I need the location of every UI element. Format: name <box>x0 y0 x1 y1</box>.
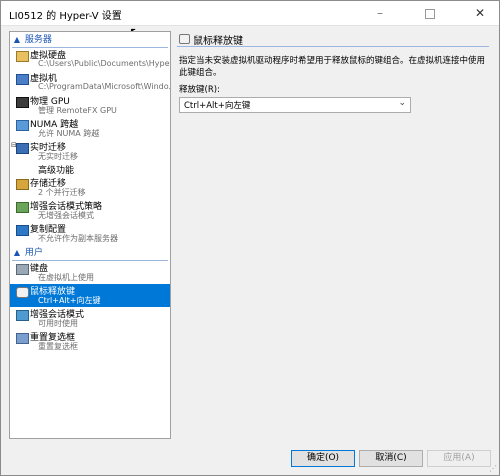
mouse-icon <box>179 34 190 44</box>
tree-item-sub: 无实时迁移 <box>38 152 78 161</box>
tree-item-sub: 管理 RemoteFX GPU <box>38 106 117 115</box>
collapse-icon[interactable]: ▲ <box>12 33 22 47</box>
tree-item-sub: 2 个并行迁移 <box>38 188 86 197</box>
release-key-label: 释放键(R): <box>179 85 220 95</box>
tree-item-keyboard[interactable]: 键盘 在虚拟机上使用 <box>10 261 170 284</box>
numa-icon <box>16 120 29 131</box>
settings-window: LI0512 的 Hyper-V 设置 – ✕ ↖ ▲ 服务器 虚拟硬盘 C:\… <box>0 0 500 476</box>
ok-button[interactable]: 确定(O) <box>291 450 355 467</box>
replication-icon <box>16 225 29 236</box>
resize-grip-icon[interactable]: ⋰ <box>489 464 497 473</box>
enhanced-session-icon <box>16 310 29 321</box>
detail-description: 指定当未安装虚拟机驱动程序时希望用于释放鼠标的键组合。在虚拟机连接中使用此键组合… <box>179 56 486 78</box>
section-server[interactable]: ▲ 服务器 <box>12 33 168 48</box>
detail-header: 鼠标释放键 <box>177 31 489 47</box>
virtual-disk-icon <box>16 51 29 62</box>
tree-item-sub: 允许 NUMA 跨越 <box>38 129 100 138</box>
maximize-button[interactable] <box>413 1 447 25</box>
tree-item-replication[interactable]: 复制配置 不允许作为副本服务器 <box>10 222 170 245</box>
apply-button[interactable]: 应用(A) <box>427 450 491 467</box>
mouse-icon <box>16 287 29 298</box>
release-key-select[interactable]: Ctrl+Alt+向左键 ⌄ <box>179 97 411 113</box>
tree-item-label: 高级功能 <box>38 166 75 176</box>
settings-tree[interactable]: ▲ 服务器 虚拟硬盘 C:\Users\Public\Documents\Hyp… <box>9 31 171 439</box>
tree-item-mouse-release[interactable]: 鼠标释放键 Ctrl+Alt+向左键 <box>10 284 170 307</box>
tree-item-sub: C:\ProgramData\Microsoft\Windo... <box>38 82 171 91</box>
tree-item-sub: Ctrl+Alt+向左键 <box>38 296 101 305</box>
storage-migration-icon <box>16 179 29 190</box>
dialog-buttons: 确定(O) 取消(C) 应用(A) ⋰ <box>1 441 499 475</box>
close-button[interactable]: ✕ <box>463 1 497 25</box>
tree-item-advanced[interactable]: 高级功能 <box>10 163 170 176</box>
tree-item-sub: 在虚拟机上使用 <box>38 273 94 282</box>
tree-item-numa[interactable]: NUMA 跨越 允许 NUMA 跨越 <box>10 117 170 140</box>
virtual-machine-icon <box>16 74 29 85</box>
keyboard-icon <box>16 264 29 275</box>
collapse-icon[interactable]: ▲ <box>12 246 22 260</box>
release-key-value: Ctrl+Alt+向左键 <box>184 101 251 111</box>
tree-item-sub: 可用时使用 <box>38 319 78 328</box>
tree-item-sub: 不允许作为副本服务器 <box>38 234 118 243</box>
section-user[interactable]: ▲ 用户 <box>12 246 168 261</box>
tree-item-sub: C:\Users\Public\Documents\Hyper-... <box>38 59 171 68</box>
tree-item-live-migration[interactable]: ⊟ 实时迁移 无实时迁移 <box>10 140 170 163</box>
tree-item-virtual-machine[interactable]: 虚拟机 C:\ProgramData\Microsoft\Windo... <box>10 71 170 94</box>
window-title: LI0512 的 Hyper-V 设置 <box>9 11 122 22</box>
section-server-label: 服务器 <box>24 35 52 45</box>
tree-item-sub: 重置复选框 <box>38 342 78 351</box>
tree-item-physical-gpu[interactable]: 物理 GPU 管理 RemoteFX GPU <box>10 94 170 117</box>
live-migration-icon <box>16 143 29 154</box>
section-user-label: 用户 <box>24 248 43 258</box>
settings-detail: 鼠标释放键 指定当未安装虚拟机驱动程序时希望用于释放鼠标的键组合。在虚拟机连接中… <box>177 31 489 437</box>
tree-item-enhanced-session[interactable]: 增强会话模式 可用时使用 <box>10 307 170 330</box>
chevron-down-icon: ⌄ <box>398 98 406 108</box>
tree-item-sub: 无增强会话模式 <box>38 211 94 220</box>
detail-title: 鼠标释放键 <box>193 36 243 47</box>
gpu-icon <box>16 97 29 108</box>
minimize-button[interactable]: – <box>363 1 397 25</box>
tree-item-session-policy[interactable]: 增强会话模式策略 无增强会话模式 <box>10 199 170 222</box>
tree-item-reset-checkboxes[interactable]: 重置复选框 重置复选框 <box>10 330 170 353</box>
reset-icon <box>16 333 29 344</box>
maximize-icon <box>425 8 435 19</box>
session-policy-icon <box>16 202 29 213</box>
title-bar: LI0512 的 Hyper-V 设置 – ✕ <box>1 1 499 26</box>
tree-item-storage-migration[interactable]: 存储迁移 2 个并行迁移 <box>10 176 170 199</box>
tree-item-virtual-disk[interactable]: 虚拟硬盘 C:\Users\Public\Documents\Hyper-... <box>10 48 170 71</box>
cancel-button[interactable]: 取消(C) <box>359 450 423 467</box>
